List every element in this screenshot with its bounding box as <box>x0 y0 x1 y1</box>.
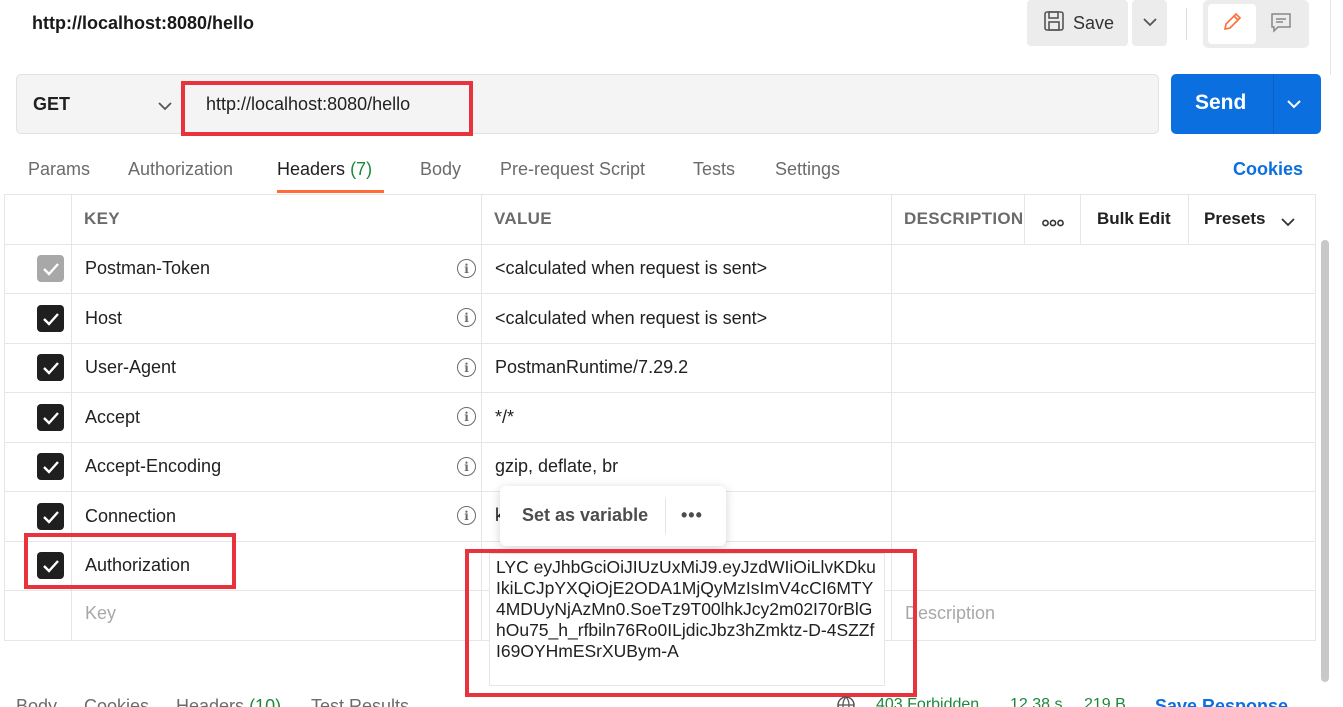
table-border <box>1080 194 1081 244</box>
tab-params[interactable]: Params <box>28 159 90 180</box>
tab-authorization[interactable]: Authorization <box>128 159 233 180</box>
edit-mode-button[interactable] <box>1208 4 1256 44</box>
divider <box>665 498 666 534</box>
info-icon[interactable]: i <box>457 506 476 525</box>
chevron-down-icon[interactable] <box>158 98 172 116</box>
row-checkbox[interactable] <box>37 503 64 530</box>
send-label[interactable]: Send <box>1195 91 1246 115</box>
scrollbar[interactable] <box>1321 240 1329 682</box>
presets-button[interactable]: Presets <box>1204 209 1265 229</box>
row-checkbox[interactable] <box>37 453 64 480</box>
divider <box>183 82 184 126</box>
row-checkbox[interactable] <box>37 255 64 282</box>
divider <box>1186 8 1187 40</box>
table-border <box>1024 194 1025 244</box>
header-value[interactable]: PostmanRuntime/7.29.2 <box>495 357 688 378</box>
table-border <box>4 194 5 640</box>
response-time[interactable]: 12.38 s <box>1010 696 1062 707</box>
tab-headers-label: Headers <box>277 159 346 179</box>
tab-tests[interactable]: Tests <box>693 159 735 180</box>
method-select[interactable]: GET <box>33 94 70 115</box>
save-icon <box>1043 10 1065 37</box>
set-as-variable-button[interactable]: Set as variable <box>522 505 648 526</box>
save-button[interactable]: Save <box>1027 0 1128 46</box>
table-border <box>891 194 892 640</box>
row-checkbox[interactable] <box>37 404 64 431</box>
chevron-down-icon[interactable] <box>1286 96 1302 114</box>
response-tab-test-results[interactable]: Test Results <box>311 696 409 707</box>
new-key-input[interactable]: Key <box>85 603 116 624</box>
authorization-value-field[interactable]: LYC eyJhbGciOiJIUzUxMiJ9.eyJzdWIiOiLlvKD… <box>489 553 885 686</box>
pencil-icon <box>1221 11 1243 38</box>
header-key[interactable]: Accept-Encoding <box>85 456 221 477</box>
header-key[interactable]: Authorization <box>85 555 190 576</box>
save-label: Save <box>1073 12 1115 33</box>
chevron-down-icon[interactable] <box>1281 214 1295 232</box>
header-value[interactable]: gzip, deflate, br <box>495 456 618 477</box>
response-tab-body[interactable]: Body <box>16 696 57 707</box>
row-checkbox[interactable] <box>37 354 64 381</box>
header-key[interactable]: Connection <box>85 506 176 527</box>
response-bar: Body Cookies Headers (10) Test Results 4… <box>0 690 1343 707</box>
table-border <box>1315 194 1316 640</box>
save-response-button[interactable]: Save Response <box>1155 696 1288 707</box>
header-key[interactable]: User-Agent <box>85 357 176 378</box>
row-checkbox[interactable] <box>37 552 64 579</box>
header-value[interactable]: <calculated when request is sent> <box>495 258 767 279</box>
table-border <box>4 293 1316 294</box>
table-border <box>4 392 1316 393</box>
table-border <box>71 194 72 640</box>
more-options-icon[interactable] <box>1042 214 1064 232</box>
column-header-key: KEY <box>84 209 120 228</box>
info-icon[interactable]: i <box>457 358 476 377</box>
header-value[interactable]: <calculated when request is sent> <box>495 308 767 329</box>
tab-body[interactable]: Body <box>420 159 461 180</box>
comments-button[interactable] <box>1257 4 1305 44</box>
globe-icon[interactable] <box>836 695 856 707</box>
table-border <box>4 244 1316 245</box>
active-tab-indicator <box>277 190 384 193</box>
chevron-down-icon <box>1142 14 1157 32</box>
table-border <box>1188 194 1189 244</box>
header-key[interactable]: Host <box>85 308 122 329</box>
response-tab-headers-label: Headers <box>176 696 245 707</box>
url-input[interactable]: http://localhost:8080/hello <box>206 94 410 115</box>
response-status[interactable]: 403 Forbidden <box>876 696 979 707</box>
tab-headers-count: (7) <box>350 159 373 179</box>
response-size[interactable]: 219 B <box>1084 696 1126 707</box>
response-tab-cookies[interactable]: Cookies <box>84 696 149 707</box>
row-checkbox[interactable] <box>37 305 64 332</box>
column-header-value: VALUE <box>494 209 552 228</box>
table-border <box>4 442 1316 443</box>
bulk-edit-button[interactable]: Bulk Edit <box>1097 209 1171 229</box>
tab-settings[interactable]: Settings <box>775 159 840 180</box>
request-tabs: Params Authorization Headers (7) Body Pr… <box>0 150 1343 194</box>
save-options-button[interactable] <box>1132 0 1167 46</box>
divider <box>1273 74 1274 134</box>
cookies-link[interactable]: Cookies <box>1233 159 1303 180</box>
info-icon[interactable]: i <box>457 457 476 476</box>
table-border <box>4 194 1316 195</box>
new-description-input[interactable]: Description <box>905 603 995 624</box>
header-value[interactable]: */* <box>495 407 514 428</box>
request-title[interactable]: http://localhost:8080/hello <box>32 13 254 34</box>
info-icon[interactable]: i <box>457 407 476 426</box>
table-border <box>481 194 482 640</box>
response-tab-headers-count: (10) <box>249 696 282 707</box>
divider <box>1330 0 1331 75</box>
url-bar <box>16 74 1159 134</box>
info-icon[interactable]: i <box>457 308 476 327</box>
response-tab-headers[interactable]: Headers (10) <box>176 696 281 707</box>
tab-pre-request-script[interactable]: Pre-request Script <box>500 159 645 180</box>
tab-headers[interactable]: Headers (7) <box>277 159 372 180</box>
comment-icon <box>1270 11 1292 38</box>
table-border <box>4 343 1316 344</box>
popover-more-button[interactable]: ••• <box>681 505 703 526</box>
column-header-description: DESCRIPTION <box>904 209 1024 228</box>
header-key[interactable]: Postman-Token <box>85 258 210 279</box>
header-key[interactable]: Accept <box>85 407 140 428</box>
info-icon[interactable]: i <box>457 259 476 278</box>
